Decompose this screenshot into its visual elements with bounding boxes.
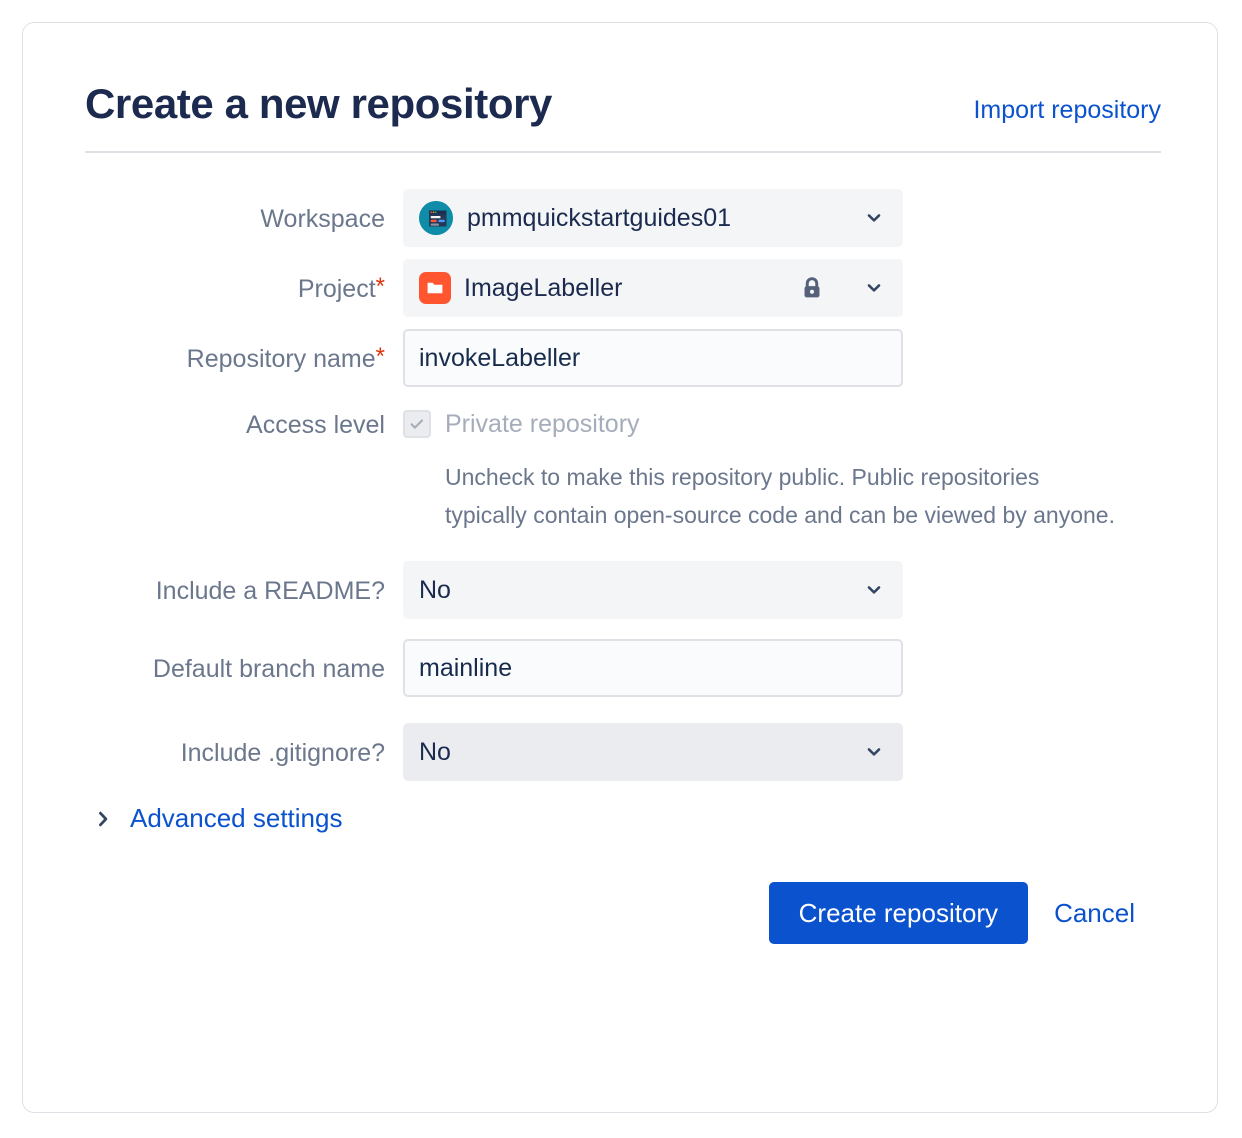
page-title: Create a new repository	[85, 80, 552, 127]
include-readme-value: No	[419, 575, 451, 604]
include-readme-label-text: Include a README?	[155, 577, 385, 606]
project-value: ImageLabeller	[464, 273, 623, 302]
include-gitignore-value: No	[419, 737, 451, 766]
private-repository-checkbox-row[interactable]: Private repository	[403, 403, 1161, 445]
form-row-access-level: Access level Private repository Uncheck …	[85, 399, 1161, 535]
chevron-down-icon	[867, 284, 881, 292]
advanced-settings-toggle[interactable]: Advanced settings	[82, 803, 1161, 834]
repository-name-label-text: Repository name	[186, 345, 376, 374]
workspace-value: pmmquickstartguides01	[467, 203, 732, 232]
repository-name-label: Repository name*	[85, 329, 403, 375]
default-branch-label-text: Default branch name	[152, 655, 385, 684]
form-row-project: Project* ImageLabeller	[85, 259, 1161, 318]
default-branch-field[interactable]: mainline	[403, 639, 903, 698]
project-required-marker: *	[375, 273, 385, 301]
create-repository-button[interactable]: Create repository	[768, 882, 1029, 945]
include-gitignore-label: Include .gitignore?	[85, 723, 403, 769]
project-label-text: Project	[297, 275, 376, 304]
chevron-down-icon	[867, 748, 881, 756]
project-select[interactable]: ImageLabeller	[403, 259, 903, 318]
include-gitignore-label-text: Include .gitignore?	[180, 739, 385, 768]
default-branch-value: mainline	[419, 653, 513, 682]
access-level-label-text: Access level	[246, 411, 385, 440]
access-level-help-text: Uncheck to make this repository public. …	[445, 464, 1115, 529]
folder-icon	[419, 272, 451, 305]
private-repository-label: Private repository	[445, 409, 640, 438]
include-gitignore-select[interactable]: No	[403, 723, 903, 782]
lock-icon	[804, 277, 820, 298]
private-repository-checkbox[interactable]	[403, 410, 431, 439]
chevron-down-icon	[867, 586, 881, 594]
chevron-right-icon	[99, 811, 108, 826]
chevron-down-icon	[867, 214, 881, 222]
checkmark-icon	[410, 419, 424, 429]
workspace-label: Workspace	[85, 189, 403, 235]
cancel-button[interactable]: Cancel	[1050, 890, 1139, 937]
import-repository-link[interactable]: Import repository	[973, 96, 1161, 125]
create-repository-form: Workspace pmmquickstartguides01 Project*…	[82, 189, 1161, 945]
form-row-workspace: Workspace pmmquickstartguides01	[85, 189, 1161, 248]
card-header: Create a new repository Import repositor…	[85, 80, 1161, 154]
workspace-select[interactable]: pmmquickstartguides01	[403, 189, 903, 248]
project-label: Project*	[85, 259, 403, 305]
create-repository-card: Create a new repository Import repositor…	[22, 22, 1218, 1113]
advanced-settings-label[interactable]: Advanced settings	[130, 803, 342, 834]
repository-name-value: invokeLabeller	[419, 343, 581, 372]
default-branch-label: Default branch name	[85, 639, 403, 685]
form-row-include-readme: Include a README? No	[85, 561, 1161, 620]
include-readme-label: Include a README?	[85, 561, 403, 607]
form-row-include-gitignore: Include .gitignore? No	[85, 723, 1161, 782]
repository-name-required-marker: *	[375, 343, 385, 371]
include-readme-select[interactable]: No	[403, 561, 903, 620]
form-row-default-branch: Default branch name mainline	[85, 639, 1161, 698]
repository-name-field[interactable]: invokeLabeller	[403, 329, 903, 388]
form-row-repository-name: Repository name* invokeLabeller	[85, 329, 1161, 388]
access-level-label: Access level	[85, 399, 403, 441]
workspace-avatar-icon	[419, 201, 453, 236]
form-footer: Create repository Cancel	[85, 882, 1161, 945]
workspace-label-text: Workspace	[260, 205, 385, 234]
